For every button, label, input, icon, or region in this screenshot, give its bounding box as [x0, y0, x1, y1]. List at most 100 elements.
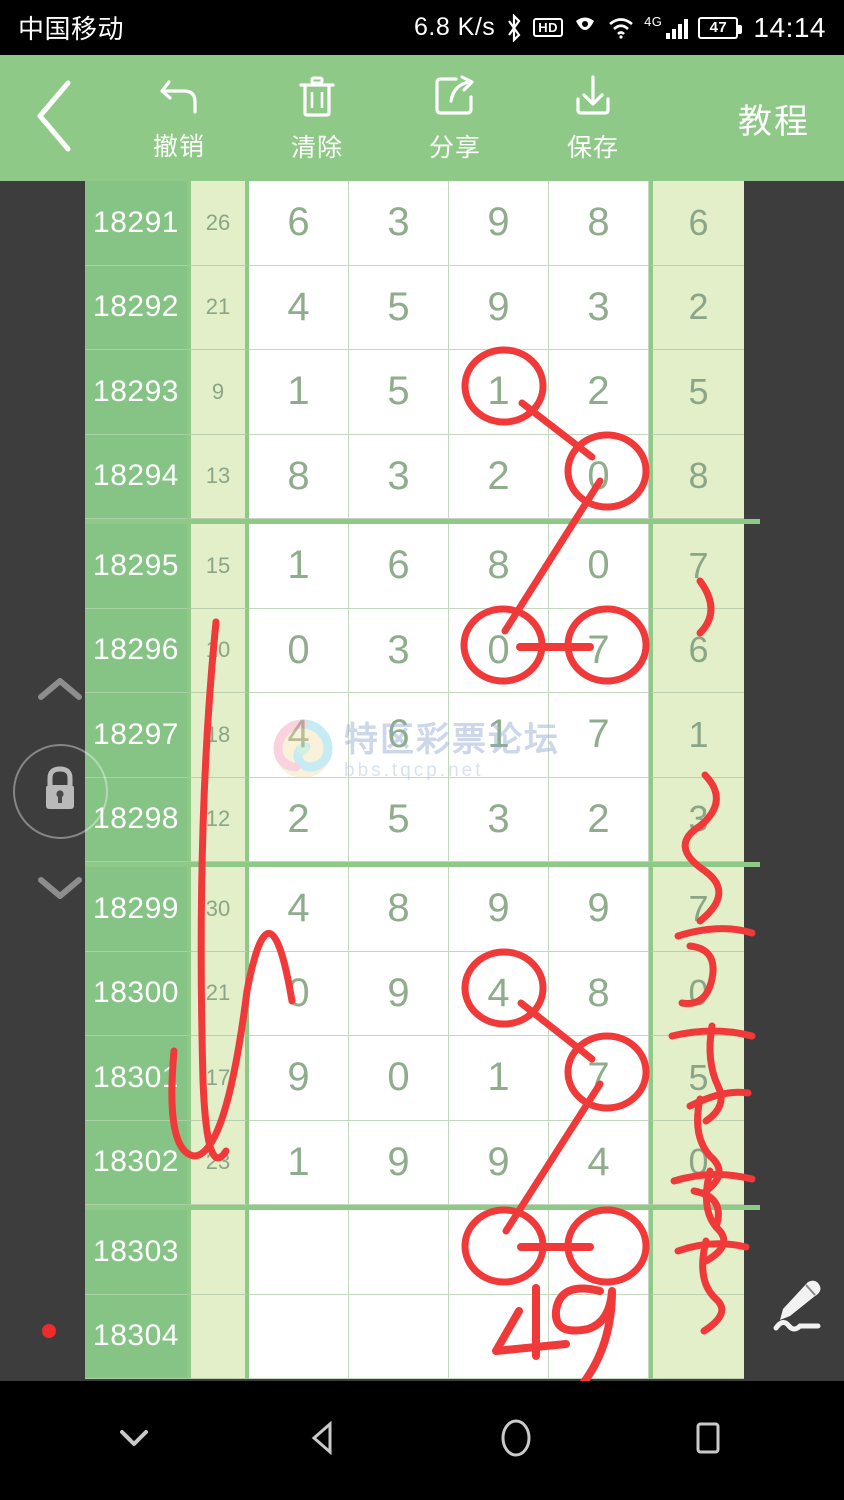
sum-cell: 10	[187, 608, 249, 693]
digit-cell: 0	[249, 951, 349, 1036]
clock-label: 14:14	[753, 11, 826, 43]
lock-button[interactable]	[12, 743, 108, 839]
pencil-edit-button[interactable]	[770, 1276, 826, 1341]
sum-cell: 17	[187, 1036, 249, 1121]
battery-level-label: 47	[709, 19, 728, 36]
sum-cell: 18	[187, 693, 249, 778]
share-button[interactable]: 分享	[386, 55, 524, 181]
sum-cell: 23	[187, 1120, 249, 1205]
red-dot-indicator[interactable]	[42, 1324, 56, 1338]
issue-number-cell: 18304	[85, 1294, 187, 1379]
special-digit-cell	[649, 1210, 744, 1295]
tutorial-label: 教程	[738, 102, 810, 141]
clear-label: 清除	[290, 133, 343, 162]
table-row: 18300 21 0 9 4 8 0	[85, 951, 760, 1036]
issue-number-cell: 18292	[85, 265, 187, 350]
digit-cell: 8	[349, 867, 449, 952]
digit-cell	[349, 1210, 449, 1295]
table-row: 18294 13 8 3 2 0 8	[85, 434, 760, 524]
nav-recents-button[interactable]	[686, 1416, 730, 1465]
table-row: 18299 30 4 8 9 9 7	[85, 867, 760, 952]
digit-cell: 9	[449, 867, 549, 952]
digit-cell: 2	[549, 777, 649, 862]
table-row: 18291 26 6 3 9 8 6	[85, 181, 760, 266]
side-lock-control[interactable]	[10, 676, 110, 906]
digit-cell: 4	[549, 1120, 649, 1205]
drawing-stage[interactable]: 18291 26 6 3 9 8 6 18292 21 4 5 9 3 2 18293 9 1 5 1 2 5 18294…	[0, 181, 844, 1381]
digit-cell: 6	[349, 524, 449, 609]
digit-cell: 4	[249, 867, 349, 952]
nav-back-button[interactable]	[302, 1416, 346, 1465]
issue-number-cell: 18295	[85, 524, 187, 609]
sum-cell	[187, 1294, 249, 1379]
digit-cell: 1	[249, 1120, 349, 1205]
download-icon	[570, 73, 616, 124]
sum-cell: 21	[187, 265, 249, 350]
trash-icon	[294, 73, 340, 124]
digit-cell	[249, 1210, 349, 1295]
digit-cell: 7	[549, 608, 649, 693]
clear-button[interactable]: 清除	[248, 55, 386, 181]
digit-cell: 8	[449, 524, 549, 609]
digit-cell: 0	[549, 434, 649, 519]
save-label: 保存	[566, 133, 619, 162]
app-toolbar: 撤销 清除 分享 保存 教程	[0, 55, 844, 181]
sum-cell: 12	[187, 777, 249, 862]
hide-nav-button[interactable]	[114, 1424, 154, 1457]
undo-button[interactable]: 撤销	[110, 55, 248, 181]
undo-icon	[156, 74, 202, 123]
special-digit-cell: 0	[649, 951, 744, 1036]
table-row: 18304	[85, 1294, 760, 1379]
share-icon	[432, 73, 478, 124]
digit-cell: 5	[349, 265, 449, 350]
chevron-up-icon[interactable]	[37, 676, 83, 707]
digit-cell: 9	[449, 181, 549, 266]
tutorial-button[interactable]: 教程	[738, 94, 810, 143]
back-button[interactable]	[0, 55, 110, 181]
issue-number-cell: 18293	[85, 350, 187, 435]
sum-cell	[187, 1210, 249, 1295]
special-digit-cell: 5	[649, 1036, 744, 1121]
pencil-edit-icon	[770, 1280, 826, 1340]
digit-cell: 1	[249, 524, 349, 609]
nav-home-button[interactable]	[494, 1414, 538, 1467]
special-digit-cell: 2	[649, 265, 744, 350]
digit-cell: 8	[549, 181, 649, 266]
digit-cell: 9	[449, 1120, 549, 1205]
special-digit-cell: 7	[649, 524, 744, 609]
digit-cell: 7	[549, 1036, 649, 1121]
status-icons: 6.8 K/s HD 4G 47 14:14	[414, 12, 826, 44]
digit-cell: 3	[349, 181, 449, 266]
digit-cell: 6	[249, 181, 349, 266]
sum-cell: 15	[187, 524, 249, 609]
system-nav-bar	[0, 1381, 844, 1500]
sum-cell: 13	[187, 434, 249, 519]
special-digit-cell: 6	[649, 181, 744, 266]
chevron-down-icon[interactable]	[37, 875, 83, 906]
table-row: 18295 15 1 6 8 0 7	[85, 524, 760, 609]
undo-label: 撤销	[152, 132, 205, 161]
special-digit-cell: 8	[649, 434, 744, 519]
carrier-label: 中国移动	[18, 14, 125, 44]
digit-cell: 2	[549, 350, 649, 435]
digit-cell: 8	[549, 951, 649, 1036]
issue-number-cell: 18302	[85, 1120, 187, 1205]
digit-cell: 0	[349, 1036, 449, 1121]
digit-cell: 2	[449, 434, 549, 519]
watermark-url: bbs.tqcp.net	[344, 759, 484, 781]
digit-cell	[249, 1294, 349, 1379]
table-row: 18293 9 1 5 1 2 5	[85, 350, 760, 435]
watermark-title: 特区彩票论坛	[344, 720, 560, 759]
special-digit-cell: 0	[649, 1120, 744, 1205]
digit-cell: 5	[349, 350, 449, 435]
spiral-logo-icon	[272, 718, 334, 785]
sum-cell: 9	[187, 350, 249, 435]
save-button[interactable]: 保存	[524, 55, 662, 181]
digit-cell: 0	[449, 608, 549, 693]
battery-icon: 47	[698, 16, 743, 39]
digit-cell	[449, 1294, 549, 1379]
digit-cell: 5	[349, 777, 449, 862]
digit-cell: 0	[249, 608, 349, 693]
sum-cell: 30	[187, 867, 249, 952]
table-row: 18303	[85, 1210, 760, 1295]
